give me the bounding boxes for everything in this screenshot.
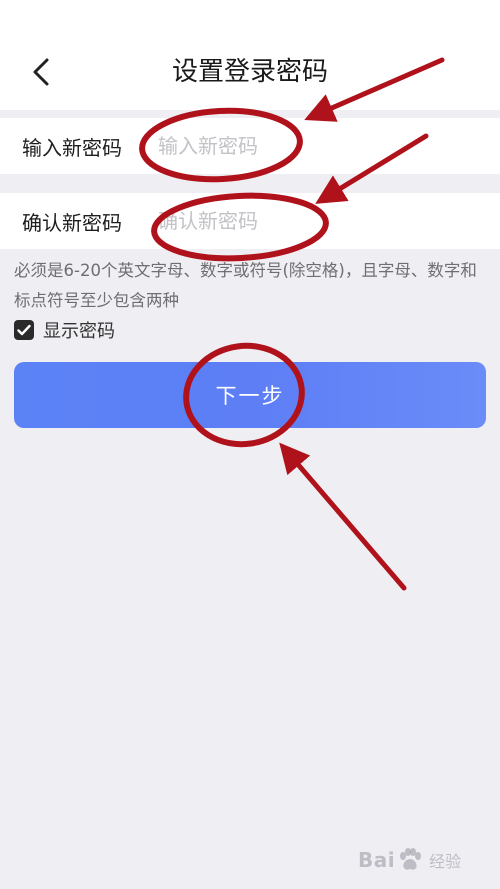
baidu-watermark: Bai 经验 [358,843,461,877]
checkmark-icon [17,324,31,336]
next-step-button[interactable]: 下一步 [14,362,486,428]
confirm-password-input[interactable] [158,209,480,233]
new-password-input[interactable] [158,134,480,158]
page-title: 设置登录密码 [171,57,328,87]
confirm-password-row: 确认新密码 [0,193,500,249]
show-password-toggle[interactable]: 显示密码 [14,316,115,344]
header-bar: 设置登录密码 [0,0,500,110]
new-password-label: 输入新密码 [22,135,122,160]
password-rule-hint: 必须是6-20个英文字母、数字或符号(除空格)，且字母、数字和标点符号至少包含两… [14,261,477,310]
annotation-arrow-3 [279,442,407,591]
watermark-label: 经验 [429,852,462,871]
show-password-label: 显示密码 [43,321,115,342]
confirm-password-label: 确认新密码 [22,210,122,235]
new-password-row: 输入新密码 [0,118,500,174]
paw-icon [400,848,422,870]
watermark-brand: Bai [358,848,396,872]
show-password-checkbox[interactable] [14,320,34,340]
